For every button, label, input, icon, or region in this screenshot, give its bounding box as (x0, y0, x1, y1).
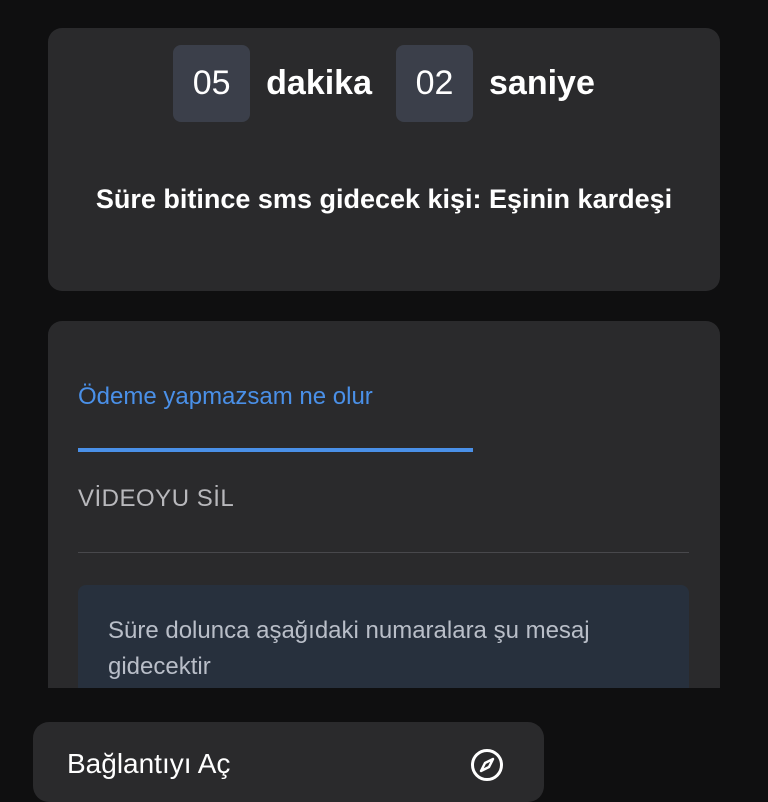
open-link-label: Bağlantıyı Aç (67, 748, 231, 779)
tab-what-if-no-payment[interactable]: Ödeme yapmazsam ne olur (78, 383, 658, 411)
countdown-card: 05 dakika 02 saniye Süre bitince sms gid… (48, 28, 720, 291)
seconds-box: 02 (396, 45, 473, 122)
open-link-sheet[interactable]: Bağlantıyı Aç (33, 722, 544, 802)
active-tab-indicator (78, 448, 473, 452)
sms-recipient-text: Süre bitince sms gidecek kişi: Eşinin ka… (95, 184, 673, 214)
tab-delete-video[interactable]: VİDEOYU SİL (78, 485, 658, 513)
info-text: Süre dolunca aşağıdaki numaralara şu mes… (108, 617, 590, 680)
info-box: Süre dolunca aşağıdaki numaralara şu mes… (78, 585, 689, 688)
tabs-card: Ödeme yapmazsam ne olur VİDEOYU SİL Süre… (48, 321, 720, 688)
seconds-unit-label: saniye (489, 64, 595, 102)
minutes-unit-label: dakika (266, 64, 372, 102)
countdown-row: 05 dakika 02 saniye (48, 45, 720, 122)
compass-icon (471, 749, 503, 781)
tabs-divider (78, 552, 689, 553)
minutes-box: 05 (173, 45, 251, 122)
